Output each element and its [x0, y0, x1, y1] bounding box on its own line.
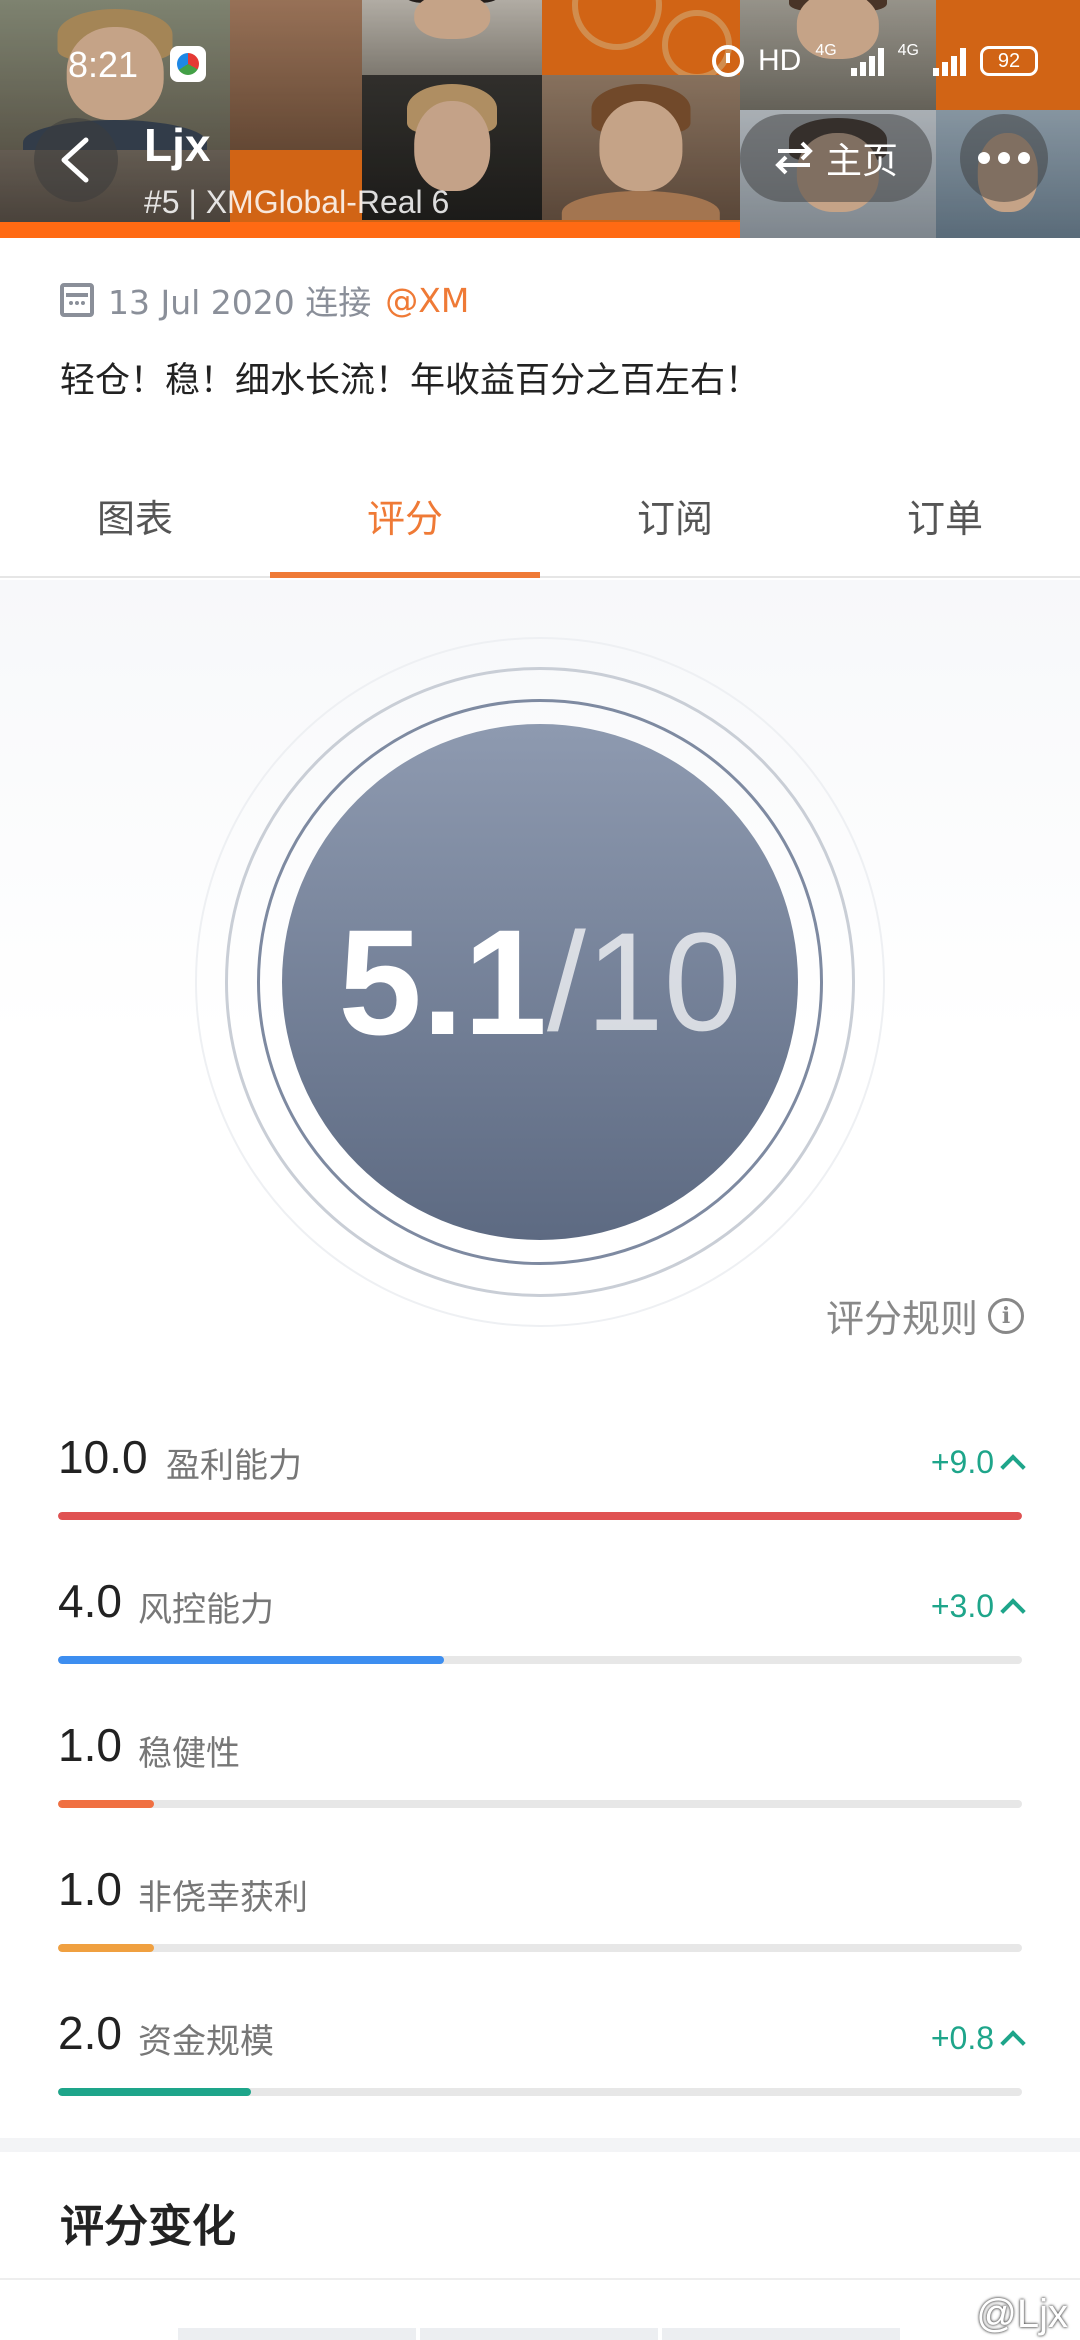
metric-bar-fill: [58, 1800, 155, 1808]
account-label: #5 | XMGlobal-Real 6: [144, 184, 450, 220]
section-divider: [0, 2138, 1080, 2152]
signal-icon: [850, 46, 884, 76]
score-circle: 5.1 /10: [282, 724, 798, 1240]
metric-label: 资金规模: [138, 2022, 274, 2062]
metric-label: 非侥幸获利: [138, 1878, 308, 1918]
metric-profitability: 10.0 盈利能力 +9.0: [58, 1430, 1026, 1540]
score-max: /10: [546, 903, 742, 1060]
tab-bar: 图表 评分 订阅 订单: [0, 470, 1080, 578]
header-accent-bar: [0, 222, 740, 238]
network-label: 4G: [897, 42, 919, 59]
swap-icon: [775, 141, 813, 175]
metric-label: 风控能力: [138, 1590, 274, 1630]
metric-stability: 1.0 稳健性: [58, 1718, 1022, 1828]
back-button[interactable]: [34, 118, 118, 202]
metric-change: +0.8: [930, 2020, 1026, 2057]
battery-icon: 92: [980, 46, 1038, 76]
metric-bar-fill: [58, 2088, 251, 2096]
home-button[interactable]: 主页: [740, 114, 932, 202]
score-rules-link[interactable]: 评分规则 i: [826, 1288, 1024, 1343]
score-rules-label: 评分规则: [825, 1297, 978, 1341]
metric-risk-control: 4.0 风控能力 +3.0: [58, 1574, 1026, 1684]
metric-change-value: +0.8: [930, 2020, 994, 2056]
chart-axis-stub: [420, 2328, 658, 2340]
metric-score: 1.0: [58, 1863, 122, 1915]
metric-bar-track: [58, 1944, 1022, 1952]
metric-bar-track: [58, 1512, 1022, 1520]
chevron-up-icon: [1000, 2029, 1026, 2056]
metric-non-luck-profit: 1.0 非侥幸获利: [58, 1862, 1022, 1972]
app-notification-icon: [170, 46, 206, 82]
metric-score: 1.0: [58, 1719, 122, 1771]
metric-fund-scale: 2.0 资金规模 +0.8: [58, 2006, 1026, 2116]
hd-indicator: HD: [757, 44, 802, 77]
metric-bar-fill: [58, 1656, 444, 1664]
connection-date: 13 Jul 2020 连接: [108, 283, 372, 322]
chevron-up-icon: [1000, 1453, 1026, 1480]
metric-score: 2.0: [58, 2007, 122, 2059]
metric-score: 10.0: [58, 1431, 148, 1483]
metric-bar-fill: [58, 1512, 1022, 1520]
back-arrow-icon: [61, 137, 89, 183]
trader-name: Ljx: [144, 119, 211, 171]
home-button-label: 主页: [825, 141, 898, 182]
metric-change-value: +9.0: [930, 1444, 994, 1480]
metric-bar-track: [58, 1800, 1022, 1808]
status-indicators: HD 4G 4G 92: [711, 42, 1038, 78]
signal-icon: [933, 46, 966, 76]
section-separator: [0, 2278, 1080, 2280]
network-label: 4G: [815, 42, 837, 59]
metric-bar-track: [58, 1656, 1022, 1664]
chart-axis-stub: [178, 2328, 416, 2340]
status-bar: 8:21 HD 4G 4G 92: [0, 38, 1080, 94]
alarm-icon: [711, 45, 744, 77]
metric-change: +3.0: [930, 1588, 1026, 1625]
metric-change: +9.0: [930, 1444, 1026, 1481]
calendar-icon: [60, 283, 94, 317]
status-time: 8:21: [68, 44, 139, 85]
chart-axis-stub: [662, 2328, 900, 2340]
info-icon: i: [988, 1297, 1024, 1334]
metric-bar-fill: [58, 1944, 155, 1952]
score-change-title: 评分变化: [60, 2201, 236, 2252]
tab-subscribe[interactable]: 订阅: [540, 470, 810, 576]
metric-change-value: +3.0: [930, 1588, 994, 1624]
tab-score[interactable]: 评分: [270, 470, 540, 578]
metric-label: 稳健性: [138, 1734, 240, 1774]
more-button[interactable]: [960, 114, 1048, 202]
metric-score: 4.0: [58, 1575, 122, 1627]
watermark: @Ljx: [976, 2292, 1068, 2336]
more-dots-icon: [978, 152, 990, 164]
metric-label: 盈利能力: [166, 1446, 302, 1486]
metric-bar-track: [58, 2088, 1022, 2096]
connection-info: 13 Jul 2020 连接 @XM: [60, 276, 469, 324]
tab-chart[interactable]: 图表: [0, 470, 270, 576]
tab-orders[interactable]: 订单: [810, 470, 1080, 576]
score-value: 5.1: [338, 897, 547, 1066]
broker-link[interactable]: @XM: [385, 281, 469, 320]
trader-description: 轻仓！稳！细水长流！年收益百分之百左右！: [60, 361, 761, 401]
chevron-up-icon: [1000, 1597, 1026, 1624]
